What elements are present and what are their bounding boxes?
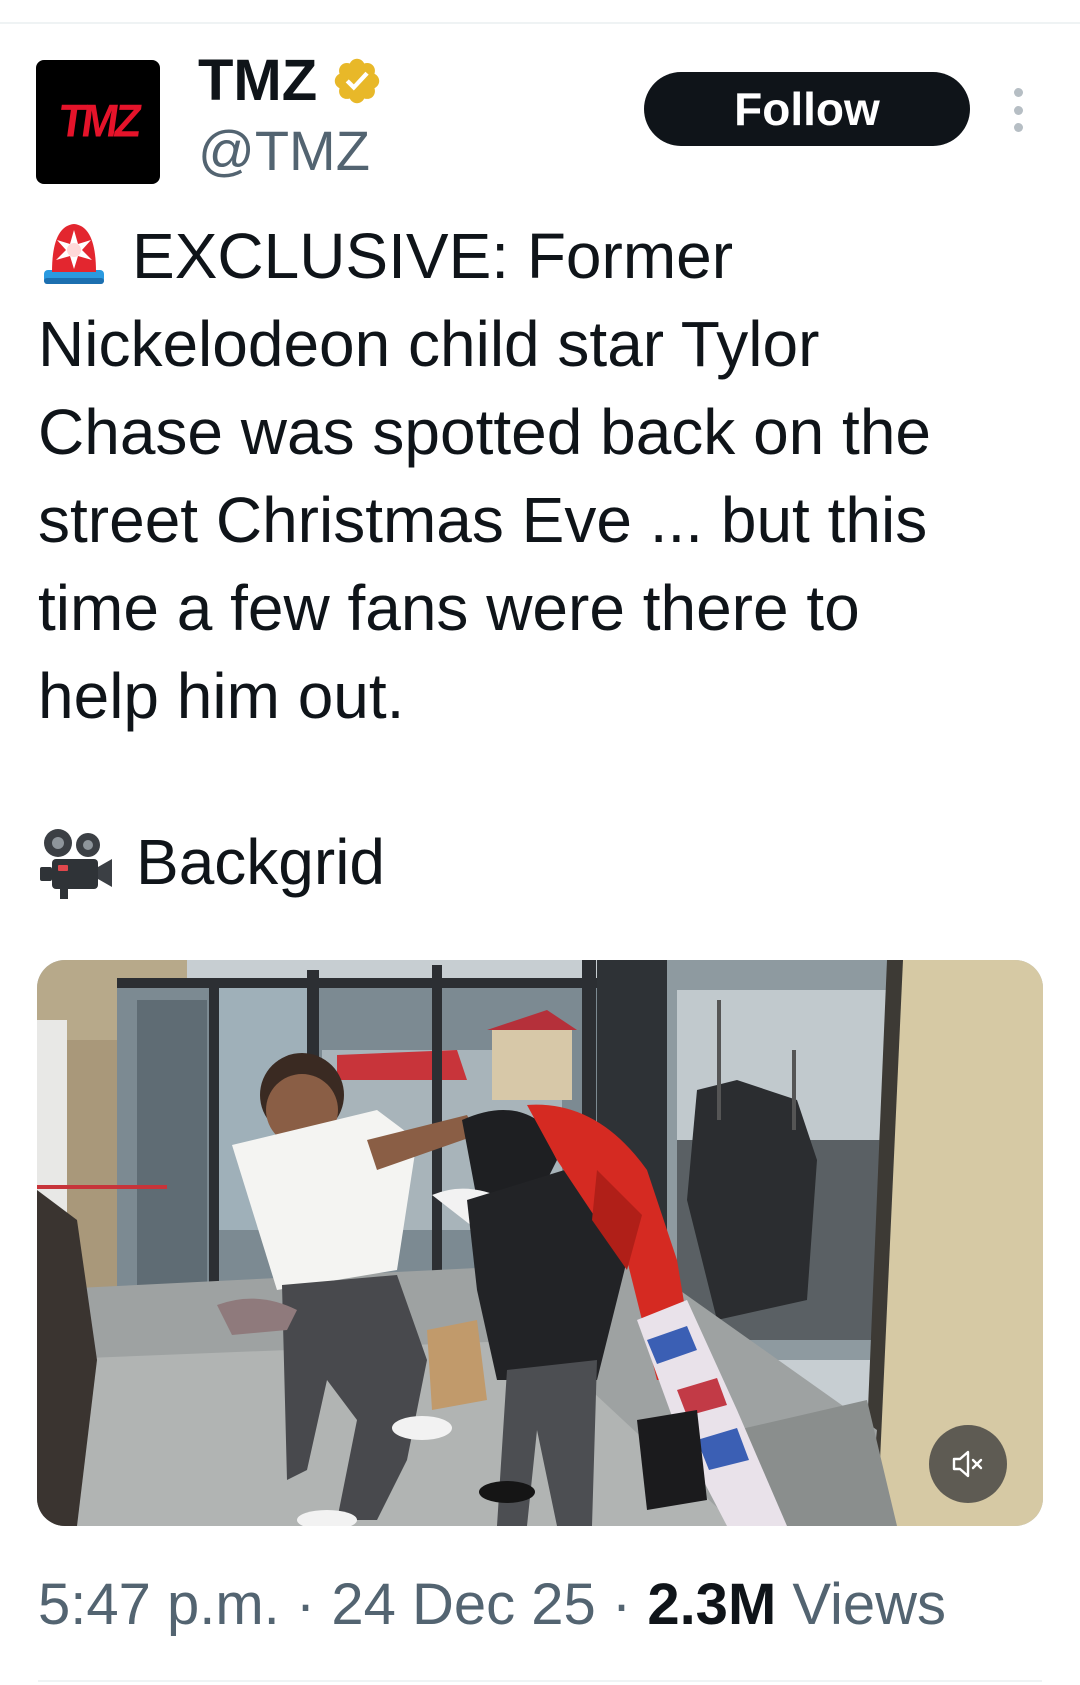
more-vertical-icon[interactable] — [1010, 88, 1026, 132]
tweet-line-1: EXCLUSIVE: Former — [38, 212, 1048, 300]
meta-separator-1: · — [279, 1572, 332, 1637]
views-count[interactable]: 2.3M — [647, 1572, 776, 1637]
credit-line: Backgrid — [38, 818, 385, 906]
tweet-date[interactable]: 24 Dec 25 — [331, 1572, 595, 1637]
views-label[interactable]: Views — [792, 1572, 946, 1637]
tweet-line-4: street Christmas Eve ... but this — [38, 484, 928, 556]
tweet-line-6: help him out. — [38, 660, 405, 732]
meta-separator-2: · — [595, 1572, 648, 1637]
avatar-logo: TMZ — [55, 95, 141, 148]
verified-badge-icon — [334, 58, 380, 104]
tweet-line-2: Nickelodeon child star Tylor — [38, 308, 820, 380]
handle[interactable]: @TMZ — [198, 118, 370, 184]
tweet-line-1-text: EXCLUSIVE: Former — [132, 220, 734, 292]
mute-glyph — [952, 1450, 983, 1478]
bottom-divider — [38, 1680, 1042, 1682]
tweet-line-3: Chase was spotted back on the — [38, 396, 931, 468]
avatar[interactable]: TMZ — [36, 60, 160, 184]
author-name-row[interactable]: TMZ — [198, 48, 383, 114]
video-player[interactable] — [37, 960, 1043, 1526]
movie-camera-icon — [40, 829, 112, 899]
tweet-meta: 5:47 p.m. · 24 Dec 25 · 2.3M Views — [38, 1570, 946, 1640]
tweet-line-5: time a few fans were there to — [38, 572, 860, 644]
video-frame — [37, 960, 1043, 1526]
media-credit: Backgrid — [136, 826, 385, 898]
top-divider — [0, 22, 1080, 24]
police-light-icon — [44, 224, 104, 284]
tweet-text: EXCLUSIVE: Former Nickelodeon child star… — [38, 212, 1048, 740]
muted-speaker-icon[interactable] — [929, 1425, 1007, 1503]
tweet-time[interactable]: 5:47 p.m. — [38, 1572, 280, 1637]
display-name[interactable]: TMZ — [198, 48, 317, 114]
follow-button[interactable]: Follow — [644, 72, 970, 146]
